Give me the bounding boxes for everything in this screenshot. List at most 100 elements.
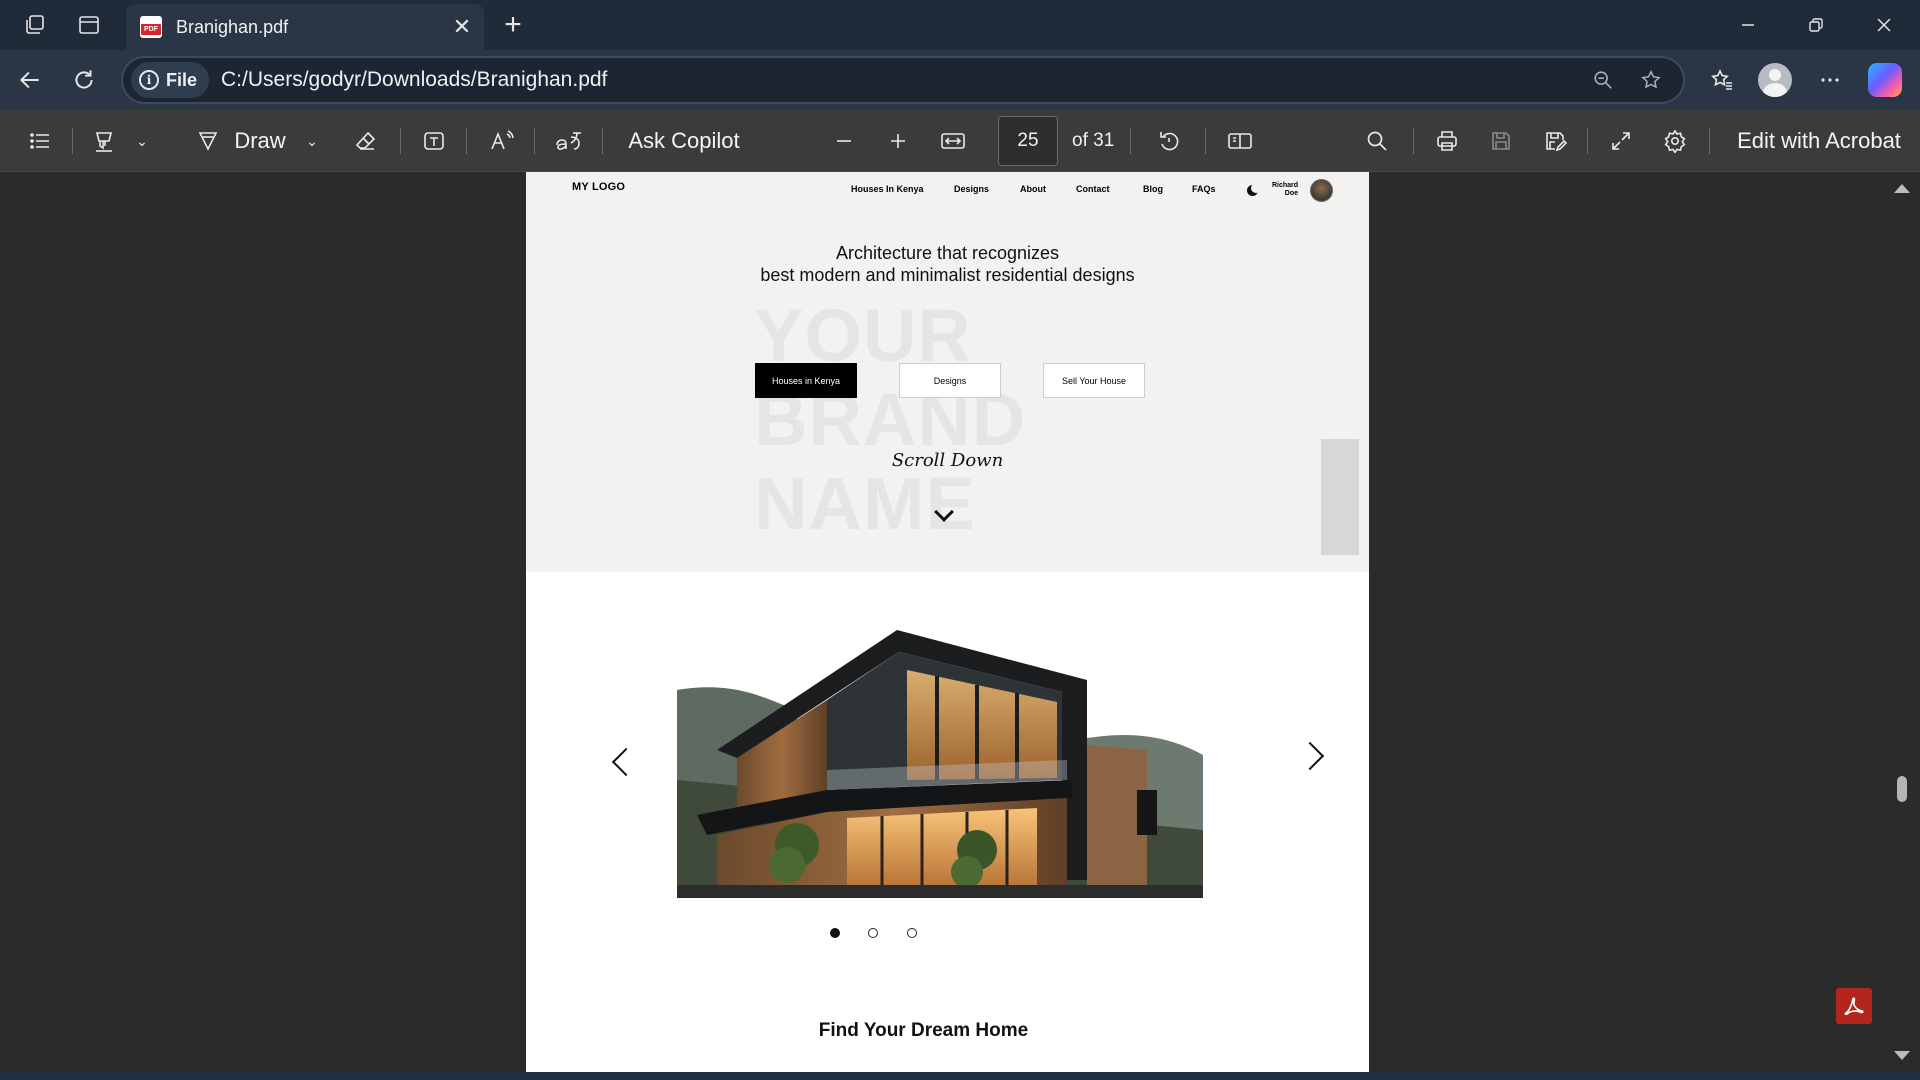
ask-copilot-button[interactable]: Ask Copilot xyxy=(622,110,746,172)
separator xyxy=(1587,128,1588,154)
minimize-button[interactable] xyxy=(1714,0,1782,50)
site-logo: MY LOGO xyxy=(572,181,626,193)
hero-line-1: Architecture that recognizes xyxy=(835,243,1060,263)
dark-mode-icon xyxy=(1247,183,1261,196)
nav-blog: Blog xyxy=(1143,184,1163,194)
separator xyxy=(400,128,401,154)
separator xyxy=(72,128,73,154)
chevron-down-icon[interactable]: ⌄ xyxy=(300,110,324,172)
address-row: i File C:/Users/godyr/Downloads/Branigha… xyxy=(0,50,1920,110)
search-icon[interactable] xyxy=(1357,110,1397,172)
vertical-scrollbar[interactable] xyxy=(1888,172,1920,1072)
page-view-icon[interactable] xyxy=(1219,110,1261,172)
copilot-icon[interactable] xyxy=(1868,63,1902,97)
pdf-icon xyxy=(140,16,162,38)
zoom-out-icon[interactable] xyxy=(1579,58,1627,102)
cta-sell-your-house: Sell Your House xyxy=(1043,363,1145,398)
pdf-page: MY LOGO Houses In Kenya Designs About Co… xyxy=(526,172,1369,1072)
new-tab-button[interactable]: + xyxy=(488,0,538,50)
restore-button[interactable] xyxy=(1782,0,1850,50)
read-aloud-icon[interactable] xyxy=(484,110,520,172)
plus-icon xyxy=(891,134,905,148)
scroll-down-label: Scroll Down xyxy=(891,450,1004,471)
scheme-label: File xyxy=(166,69,198,90)
url-text[interactable]: C:/Users/godyr/Downloads/Branighan.pdf xyxy=(221,68,1579,92)
hero-heading: Architecture that recognizes best modern… xyxy=(526,242,1369,286)
carousel-dot xyxy=(830,928,840,938)
user-avatar xyxy=(1310,179,1333,202)
profile-icon[interactable] xyxy=(1758,63,1792,97)
carousel-next-icon xyxy=(1295,741,1325,771)
close-window-button[interactable] xyxy=(1850,0,1918,50)
info-icon: i xyxy=(139,70,159,90)
fullscreen-icon[interactable] xyxy=(1601,110,1641,172)
address-bar[interactable]: i File C:/Users/godyr/Downloads/Branigha… xyxy=(121,56,1685,104)
cta-houses-in-kenya: Houses in Kenya xyxy=(755,363,857,398)
translate-icon[interactable] xyxy=(550,110,590,172)
carousel-dot xyxy=(868,928,878,938)
fit-width-icon[interactable] xyxy=(935,110,971,172)
nav-designs: Designs xyxy=(954,184,990,194)
zoom-out-button[interactable] xyxy=(826,110,862,172)
carousel-prev-icon xyxy=(611,747,641,777)
site-info-chip[interactable]: i File xyxy=(131,62,210,98)
house-image xyxy=(677,630,1203,898)
scroll-down-icon[interactable] xyxy=(1894,1051,1910,1060)
refresh-icon xyxy=(75,70,93,89)
user-last-name: Doe xyxy=(1284,190,1298,197)
page-count: of 31 xyxy=(1072,130,1115,151)
settings-icon[interactable] xyxy=(1655,110,1695,172)
pdf-toolbar-right: Edit with Acrobat xyxy=(1125,110,1920,172)
acrobat-icon[interactable] xyxy=(1836,988,1872,1024)
chevron-down-icon[interactable]: ⌄ xyxy=(130,110,154,172)
scrollbar-thumb[interactable] xyxy=(1897,776,1907,802)
draw-icon[interactable] xyxy=(190,110,226,172)
minus-icon xyxy=(837,140,851,142)
watermark-line: NAME xyxy=(754,462,976,545)
hero-line-2: best modern and minimalist residential d… xyxy=(760,265,1135,285)
text-box-icon[interactable] xyxy=(416,110,452,172)
brand-watermark: YOUR BRAND NAME xyxy=(754,294,1154,546)
save-icon[interactable] xyxy=(1481,110,1521,172)
scroll-up-icon[interactable] xyxy=(1894,184,1910,193)
tab-actions-icon[interactable] xyxy=(10,0,60,50)
title-bar: Branighan.pdf ✕ + xyxy=(0,0,1920,50)
page-number-input[interactable] xyxy=(998,116,1058,166)
draw-button[interactable]: Draw xyxy=(232,110,288,172)
highlight-icon[interactable] xyxy=(86,110,122,172)
nav-contact: Contact xyxy=(1076,184,1110,194)
separator xyxy=(534,128,535,154)
tab-close-button[interactable]: ✕ xyxy=(444,14,480,40)
hero-section: MY LOGO Houses In Kenya Designs About Co… xyxy=(526,172,1369,572)
print-icon[interactable] xyxy=(1427,110,1467,172)
separator xyxy=(1413,128,1414,154)
separator xyxy=(1130,128,1131,154)
edit-with-acrobat-button[interactable]: Edit with Acrobat xyxy=(1725,110,1913,172)
favorites-icon[interactable] xyxy=(1700,58,1744,102)
more-icon[interactable] xyxy=(1808,58,1852,102)
separator xyxy=(466,128,467,154)
contents-icon[interactable] xyxy=(20,110,60,172)
rotate-icon[interactable] xyxy=(1149,110,1189,172)
carousel-dot xyxy=(907,928,917,938)
tab-branighan[interactable]: Branighan.pdf ✕ xyxy=(126,4,484,50)
back-button[interactable] xyxy=(8,58,52,102)
nav-about: About xyxy=(1020,184,1046,194)
separator xyxy=(1709,128,1710,154)
favorite-star-icon[interactable] xyxy=(1627,58,1675,102)
user-first-name: Richard xyxy=(1271,182,1298,189)
section-heading: Find Your Dream Home xyxy=(818,1020,1029,1041)
zoom-in-button[interactable] xyxy=(880,110,916,172)
back-icon xyxy=(19,71,39,89)
save-as-icon[interactable] xyxy=(1535,110,1575,172)
tab-title: Branighan.pdf xyxy=(176,16,289,37)
nav-faqs: FAQs xyxy=(1192,184,1216,194)
separator xyxy=(602,128,603,154)
window-bottom-edge xyxy=(0,1072,1920,1080)
nav-houses-in-kenya: Houses In Kenya xyxy=(851,184,924,194)
refresh-button[interactable] xyxy=(62,58,106,102)
eraser-icon[interactable] xyxy=(348,110,384,172)
separator xyxy=(1205,128,1206,154)
vertical-tabs-icon[interactable] xyxy=(64,0,114,50)
placeholder-block xyxy=(1321,439,1359,555)
